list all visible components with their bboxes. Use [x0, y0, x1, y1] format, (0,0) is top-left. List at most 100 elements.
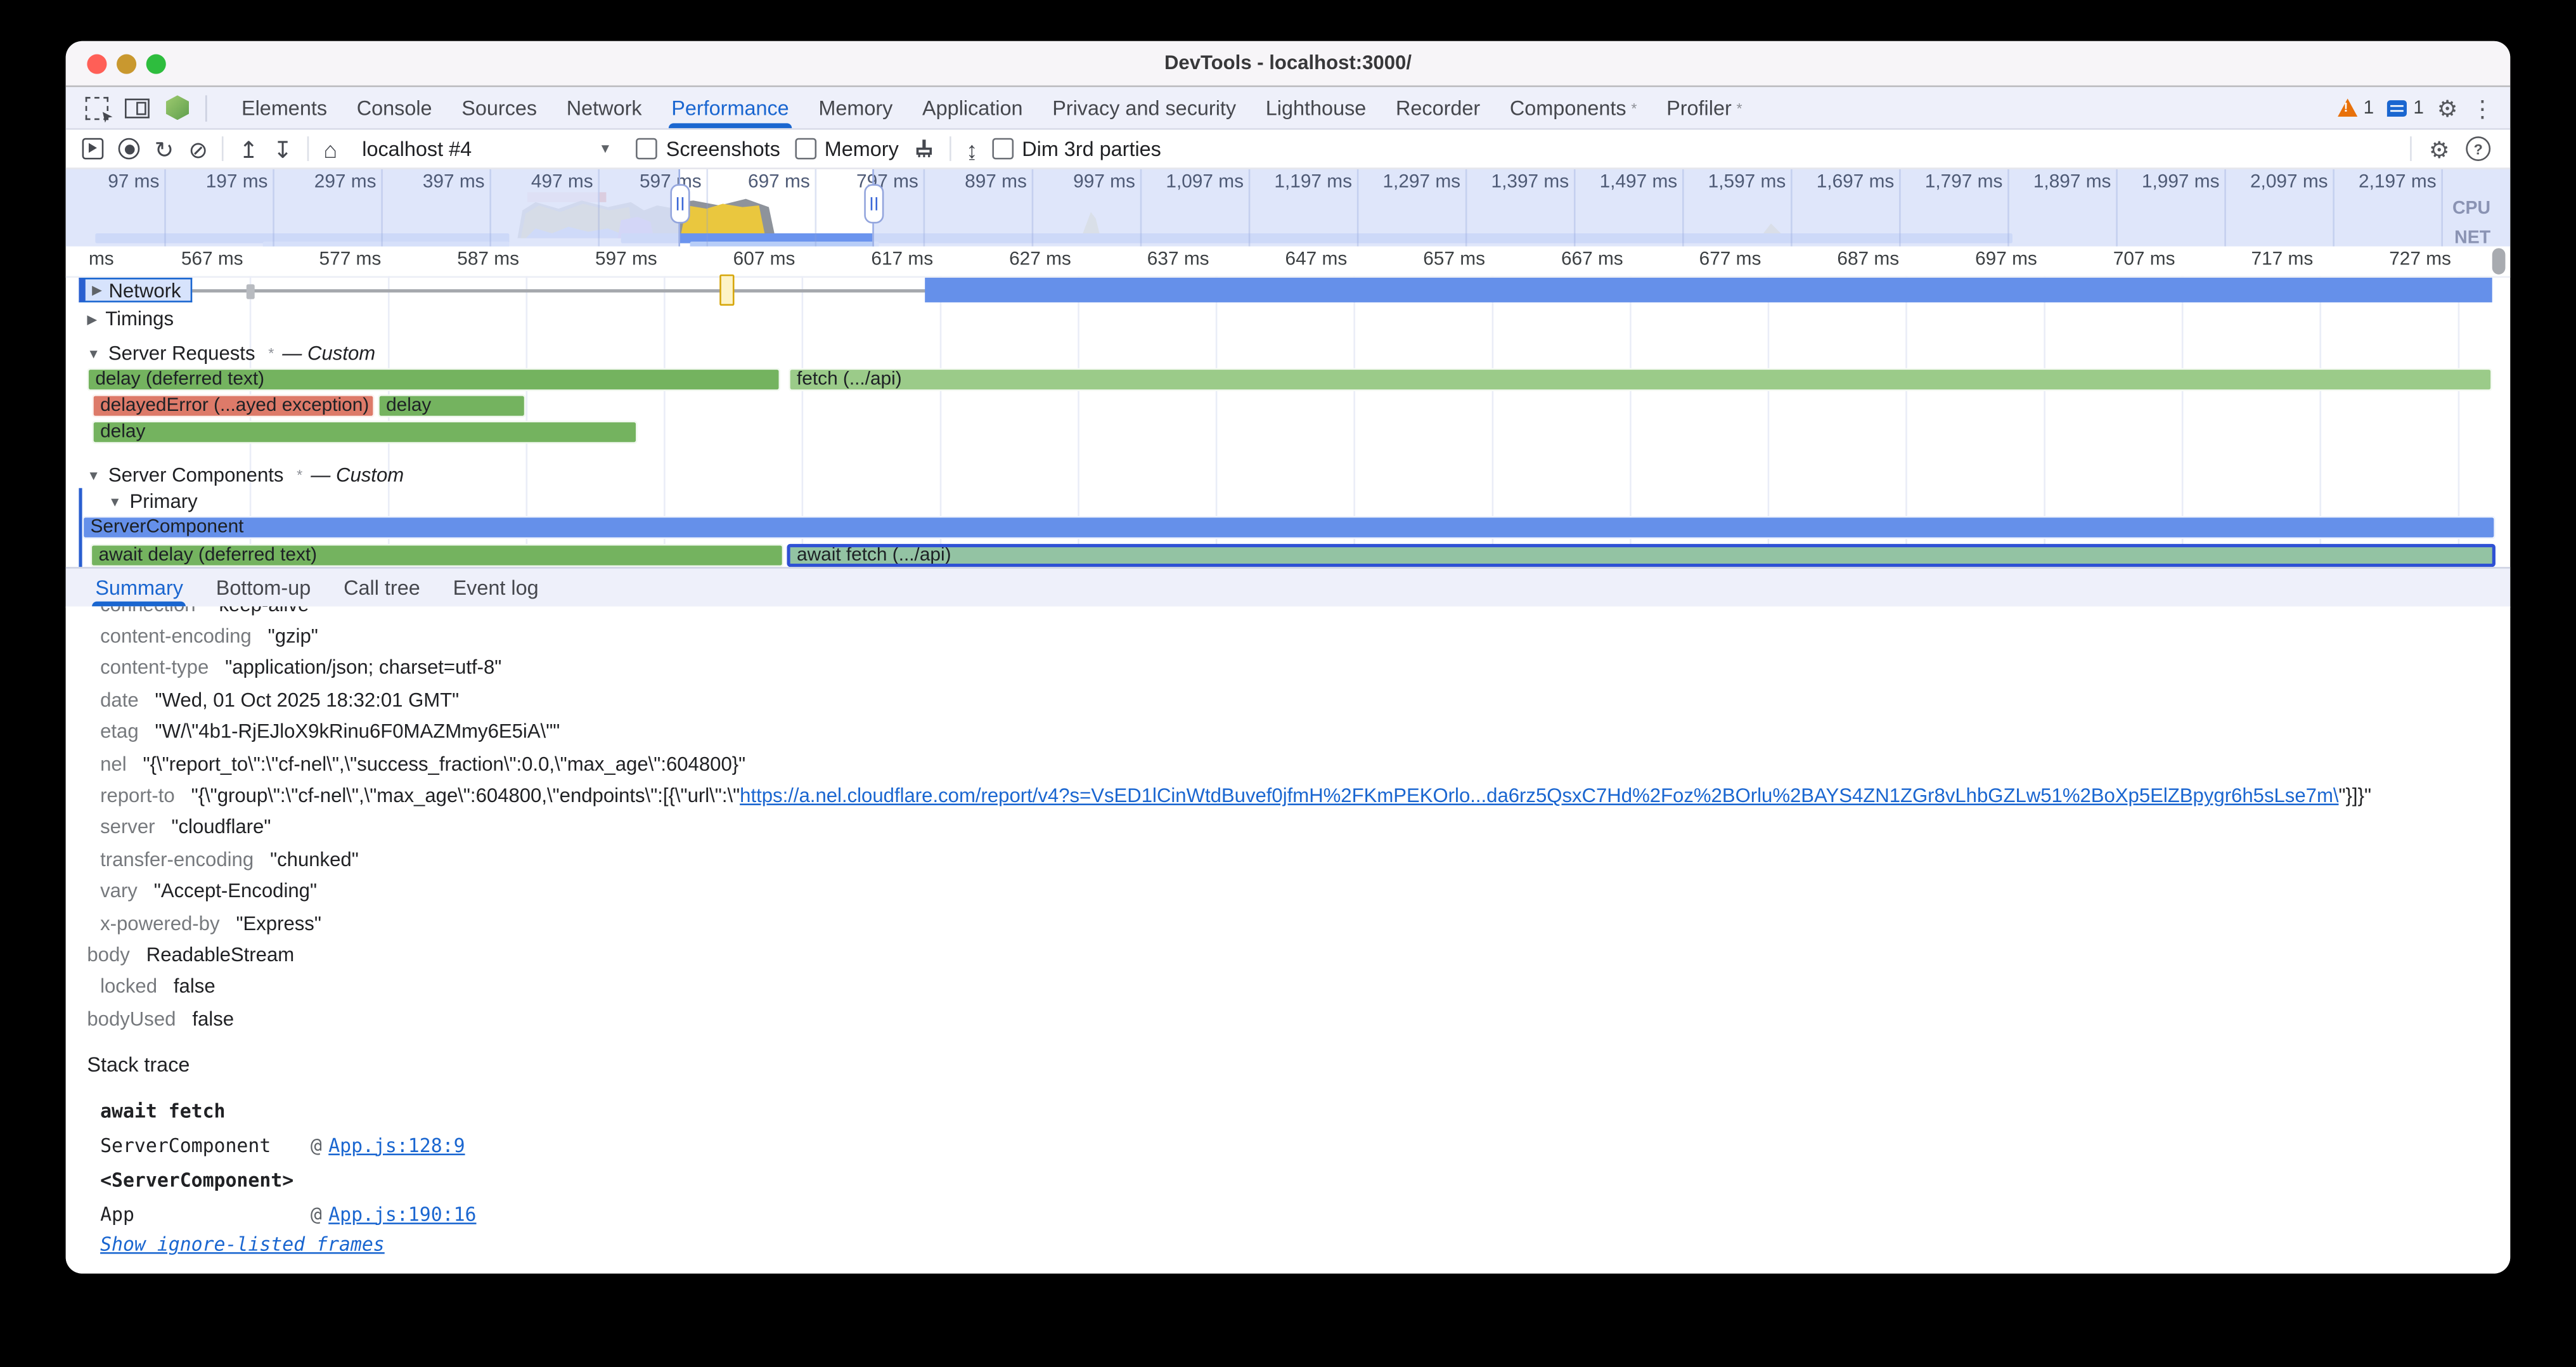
screenshots-checkbox[interactable]: Screenshots — [636, 137, 780, 160]
flamechart-ruler[interactable]: ms 567 ms577 ms587 ms597 ms607 ms617 ms6… — [66, 247, 2511, 278]
frame-source-link[interactable]: App.js:128:9 — [328, 1133, 465, 1156]
network-track-header[interactable]: ▶Network — [79, 278, 192, 302]
report-endpoint-link[interactable]: https://a.nel.cloudflare.com/report/v4?s… — [740, 784, 2338, 807]
tabbar-right: 1 1 ⚙ ⋮ — [2337, 96, 2510, 119]
flame-event-fetch-api[interactable]: fetch (.../api) — [789, 368, 2492, 391]
record-and-reload-icon[interactable]: ↻ — [155, 137, 174, 160]
live-metrics-icon[interactable] — [82, 138, 104, 160]
tab-sources[interactable]: Sources — [447, 87, 552, 128]
frame-at: @ — [311, 1133, 322, 1156]
divider — [205, 94, 207, 120]
flame-event-servercomponent[interactable]: ServerComponent — [82, 516, 2496, 539]
minimap-tick-label: 997 ms — [1073, 172, 1135, 192]
selection-left-handle[interactable] — [670, 184, 690, 223]
minimap-tick-label: 1,797 ms — [1925, 172, 2003, 192]
tab-elements[interactable]: Elements — [227, 87, 342, 128]
tab-recorder[interactable]: Recorder — [1381, 87, 1495, 128]
network-track[interactable]: ▶Network — [66, 276, 2511, 304]
ruler-tick-label: 667 ms — [1561, 250, 1623, 269]
show-ignore-listed-frames-link[interactable]: Show ignore-listed frames — [100, 1233, 385, 1255]
performance-settings-gear-icon[interactable]: ⚙ — [2429, 137, 2450, 160]
device-toolbar-icon[interactable] — [125, 98, 150, 117]
minimap-tick-label: 2,197 ms — [2359, 172, 2437, 192]
save-profile-icon[interactable]: ↧ — [273, 137, 292, 160]
inspect-element-icon[interactable] — [86, 96, 108, 119]
frame-function: <ServerComponent> — [100, 1167, 311, 1190]
kebab-menu-icon[interactable]: ⋮ — [2471, 96, 2494, 119]
tab-lighthouse[interactable]: Lighthouse — [1251, 87, 1381, 128]
summary-tab-bottom-up[interactable]: Bottom-up — [200, 569, 327, 607]
tab-profiler[interactable]: Profiler* — [1652, 87, 1757, 128]
tab-console[interactable]: Console — [342, 87, 447, 128]
node-icon[interactable] — [166, 95, 189, 120]
minimap-gridline — [1032, 169, 1034, 247]
react-atom-icon: * — [1737, 100, 1742, 116]
tab-network[interactable]: Network — [551, 87, 656, 128]
flame-event-await-fetch-api[interactable]: await fetch (.../api) — [787, 544, 2495, 567]
summary-panel: connection"keep-alive"content-encoding"g… — [66, 606, 2511, 1273]
home-icon[interactable]: ⌂ — [323, 137, 337, 160]
record-button[interactable] — [119, 138, 140, 160]
dim-3rd-parties-checkbox[interactable]: Dim 3rd parties — [993, 137, 1161, 160]
minimap-tick-label: 397 ms — [423, 172, 485, 192]
timeline-minimap[interactable]: 97 ms197 ms297 ms397 ms497 ms597 ms697 m… — [66, 169, 2511, 247]
flame-event-delayederror-ayed-exception[interactable]: delayedError (...ayed exception) — [92, 394, 375, 417]
garbage-collect-icon[interactable] — [913, 138, 935, 160]
warning-icon[interactable] — [2337, 99, 2357, 117]
settings-gear-icon[interactable]: ⚙ — [2437, 96, 2458, 119]
flame-event-await-delay-deferred-text[interactable]: await delay (deferred text) — [91, 544, 784, 567]
help-icon[interactable]: ? — [2466, 136, 2490, 161]
network-request-bar[interactable] — [925, 278, 2492, 302]
load-profile-icon[interactable]: ↥ — [239, 137, 258, 160]
summary-tab-event-log[interactable]: Event log — [437, 569, 555, 607]
minimap-gridline — [1574, 169, 1576, 247]
track-resize-grip[interactable] — [247, 284, 255, 299]
issues-icon[interactable] — [2387, 100, 2407, 116]
scrollbar-thumb[interactable] — [2492, 248, 2506, 274]
property-value: "cloudflare" — [171, 816, 271, 839]
property-value: false — [174, 975, 216, 998]
server-components-header[interactable]: ▼Server Components*— Custom — [66, 462, 2511, 488]
server-requests-header[interactable]: ▼Server Requests*— Custom — [66, 334, 2511, 366]
collapse-tracks-icon[interactable]: ↨ — [966, 137, 977, 160]
detail-row-content-type: content-type"application/json; charset=u… — [66, 652, 2511, 684]
timings-track[interactable]: ▶Timings — [66, 304, 2511, 334]
clear-recording-icon[interactable]: ⊘ — [188, 137, 207, 160]
tab-application[interactable]: Application — [908, 87, 1038, 128]
flame-event-delay[interactable]: delay — [378, 394, 525, 417]
frame-source-link[interactable]: App.js:190:16 — [328, 1202, 476, 1225]
selection-right-handle[interactable] — [864, 184, 884, 223]
toolbar-right: ⚙ ? — [2411, 136, 2510, 161]
stack-frame: ServerComponent@App.js:128:9 — [100, 1127, 2510, 1162]
ruler-tick-label: 617 ms — [871, 250, 933, 269]
history-dropdown[interactable]: localhost #4 ▼ — [352, 137, 622, 160]
summary-tab-call-tree[interactable]: Call tree — [327, 569, 436, 607]
property-value: false — [192, 1007, 234, 1030]
detail-row-connection: connection"keep-alive" — [66, 606, 2511, 620]
server-requests-row: delayedError (...ayed exception)delay — [66, 392, 2511, 418]
tab-privacy-and-security[interactable]: Privacy and security — [1038, 87, 1251, 128]
primary-subtrack-header[interactable]: ▼Primary — [82, 488, 2511, 514]
flame-event-delay[interactable]: delay — [92, 421, 637, 444]
primary-label: Primary — [130, 489, 198, 512]
dim-3rd-parties-label: Dim 3rd parties — [1022, 137, 1161, 160]
ruler-tick-label: 677 ms — [1699, 250, 1761, 269]
cpu-lane-label: CPU — [2452, 199, 2490, 219]
minimap-tick-label: 297 ms — [314, 172, 377, 192]
minimap-gridline — [1682, 169, 1684, 247]
minimap-gridline — [1249, 169, 1251, 247]
summary-tab-summary[interactable]: Summary — [79, 569, 199, 607]
window-title: DevTools - localhost:3000/ — [66, 41, 2511, 86]
stack-frame: await fetch — [100, 1093, 2510, 1127]
summary-tabstrip: SummaryBottom-upCall treeEvent log — [66, 567, 2511, 608]
flame-event-delay-deferred-text[interactable]: delay (deferred text) — [87, 368, 780, 391]
tab-performance[interactable]: Performance — [657, 87, 804, 128]
tab-components[interactable]: Components* — [1495, 87, 1652, 128]
network-track-label: Network — [108, 278, 181, 301]
tab-memory[interactable]: Memory — [804, 87, 908, 128]
selected-network-request-marker[interactable] — [719, 275, 734, 306]
ruler-tick-label: 697 ms — [1975, 250, 2037, 269]
flame-chart[interactable]: ▶Network ▶Timings ▼Server Requests*— Cus… — [66, 276, 2511, 567]
collapse-icon: ▼ — [87, 467, 100, 482]
memory-checkbox[interactable]: Memory — [795, 137, 899, 160]
